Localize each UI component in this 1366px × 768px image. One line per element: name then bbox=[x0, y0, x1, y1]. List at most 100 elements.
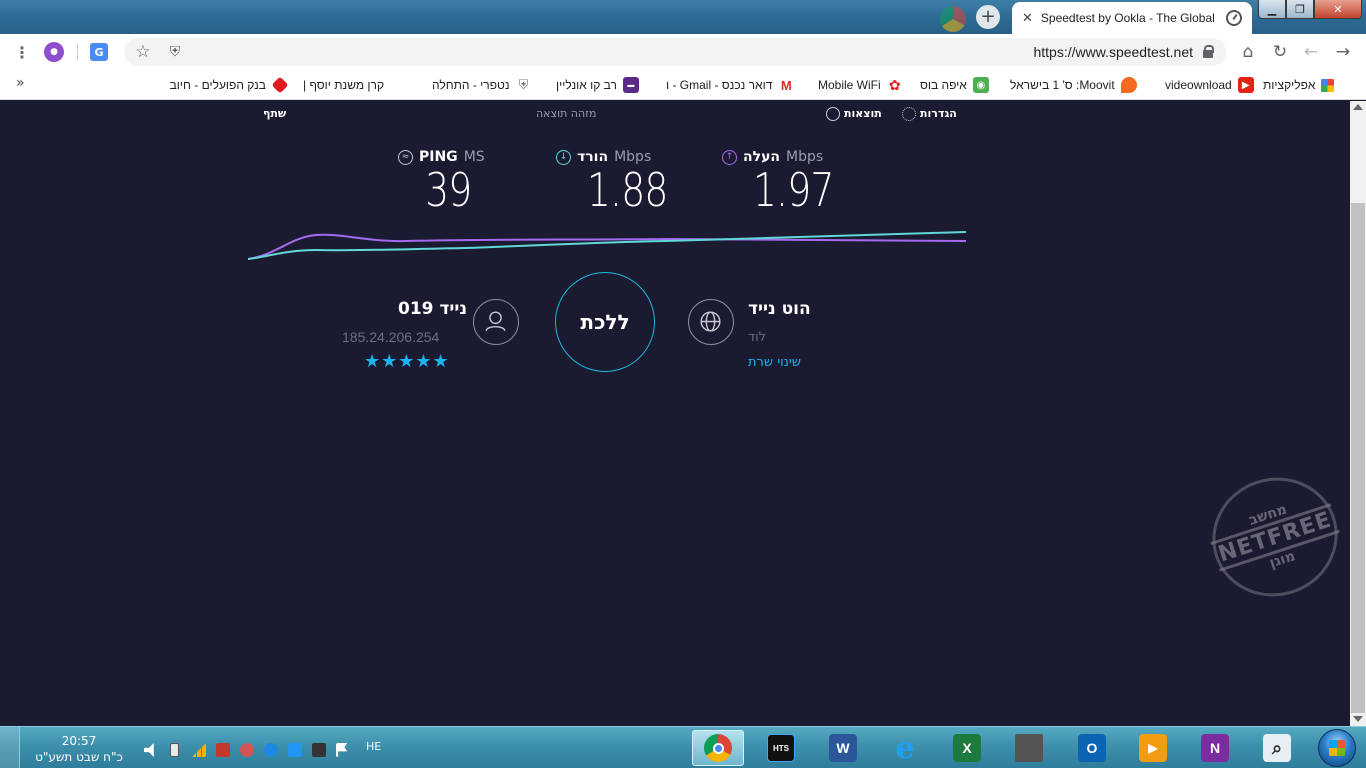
extension-icon[interactable]: ⛨ bbox=[165, 42, 185, 62]
start-button[interactable] bbox=[1318, 729, 1356, 767]
huawei-icon: ✿ bbox=[886, 77, 903, 93]
taskbar-magnifier[interactable]: ⌕ bbox=[1251, 730, 1303, 766]
globe-icon bbox=[688, 299, 734, 345]
word-icon: W bbox=[829, 734, 857, 762]
browser-toolbar: ⋮ ● G ☆ ⛨ https://www.speedtest.net ⌂ ↻ … bbox=[0, 34, 1366, 70]
bookmark-label: דואר נכנס - Gmail - ו bbox=[666, 78, 773, 92]
onenote-icon: N bbox=[1201, 734, 1229, 762]
download-graph-line bbox=[247, 231, 967, 260]
scroll-up-icon[interactable] bbox=[1353, 104, 1363, 110]
change-server-link[interactable]: שינוי שרת bbox=[748, 355, 801, 370]
system-clock[interactable]: 20:57 כ"ח שבט תשע"ט bbox=[24, 733, 134, 765]
language-indicator[interactable]: HE bbox=[366, 740, 381, 753]
gmail-icon: M bbox=[778, 77, 795, 93]
scrollbar-thumb[interactable] bbox=[1351, 203, 1365, 713]
network-icon[interactable] bbox=[288, 743, 302, 757]
apps-grid-icon bbox=[1321, 78, 1335, 92]
taskbar-excel[interactable]: X bbox=[941, 730, 993, 766]
translate-icon[interactable]: G bbox=[90, 43, 108, 61]
moovit-icon bbox=[1120, 77, 1137, 93]
taskbar-word[interactable]: W bbox=[817, 730, 869, 766]
close-window-button[interactable]: ✕ bbox=[1314, 0, 1362, 19]
lock-icon[interactable] bbox=[1203, 45, 1214, 58]
action-center-flag-icon[interactable] bbox=[336, 743, 348, 757]
home-icon[interactable]: ⌂ bbox=[1238, 42, 1258, 62]
new-tab-button[interactable]: + bbox=[976, 5, 1000, 29]
bank-icon bbox=[271, 76, 288, 94]
owl-icon: ◉ bbox=[972, 77, 989, 93]
check-circle-icon bbox=[826, 107, 840, 121]
download-value: 1.88 bbox=[586, 163, 669, 217]
forward-icon[interactable]: → bbox=[1333, 42, 1353, 62]
reload-icon[interactable]: ↻ bbox=[1270, 42, 1290, 62]
bookmark-eifo-bus[interactable]: ◉ איפה בוס bbox=[920, 76, 989, 94]
taskbar-outlook[interactable]: O bbox=[1066, 730, 1118, 766]
toolbar-divider bbox=[77, 44, 78, 60]
back-icon[interactable]: ← bbox=[1301, 42, 1321, 62]
bookmark-netfree[interactable]: ⛨ נטפרי - התחלה bbox=[432, 76, 532, 94]
tab-speedtest[interactable]: ✕ Speedtest by Ookla - The Global bbox=[1012, 2, 1252, 34]
excel-icon: X bbox=[953, 734, 981, 762]
bookmark-label: Moovit: ס' 1 בישראל bbox=[1010, 78, 1115, 92]
ravkav-icon: ▬ bbox=[622, 77, 639, 93]
bookmark-keren[interactable]: קרן משנת יוסף | bbox=[303, 76, 384, 94]
isp-ip: 185.24.206.254 bbox=[342, 329, 440, 345]
settings-link[interactable]: הגדרות bbox=[902, 107, 957, 121]
minimize-button[interactable]: ▁ bbox=[1258, 0, 1286, 19]
person-icon bbox=[473, 299, 519, 345]
bookmark-videownload[interactable]: ▶ videownload bbox=[1165, 76, 1254, 94]
taskbar-onenote[interactable]: N bbox=[1189, 730, 1241, 766]
url-text[interactable]: https://www.speedtest.net bbox=[1033, 44, 1193, 60]
tray-app-icon[interactable] bbox=[216, 743, 230, 757]
bookmark-gmail[interactable]: M דואר נכנס - Gmail - ו bbox=[666, 76, 795, 94]
bookmark-star-icon[interactable]: ☆ bbox=[133, 42, 153, 62]
bookmark-bank[interactable]: בנק הפועלים - חיוב bbox=[150, 76, 288, 94]
signal-icon[interactable] bbox=[192, 743, 206, 757]
taskbar-hts[interactable]: HTS bbox=[755, 730, 807, 766]
download-arrow-icon: ↓ bbox=[556, 149, 571, 165]
bookmark-apps[interactable]: אפליקציות bbox=[1263, 76, 1335, 94]
speedtest-page: שתף מזהה תוצאה תוצאות הגדרות ≈ PING MS 3… bbox=[0, 101, 1350, 726]
taskbar-chrome[interactable] bbox=[692, 730, 744, 766]
scroll-down-icon[interactable] bbox=[1353, 716, 1363, 722]
isp-name: נייד 019 bbox=[398, 299, 468, 319]
bookmark-label: נטפרי - התחלה bbox=[432, 78, 510, 92]
gear-icon bbox=[902, 107, 916, 121]
bookmark-label: קרן משנת יוסף | bbox=[303, 78, 385, 92]
netfree-tray-icon[interactable] bbox=[312, 743, 326, 757]
upload-graph-line bbox=[247, 233, 967, 260]
chrome-logo-icon bbox=[940, 6, 966, 32]
outlook-icon: O bbox=[1078, 734, 1106, 762]
volume-icon[interactable] bbox=[144, 743, 154, 757]
bookmark-mobile-wifi[interactable]: ✿ Mobile WiFi bbox=[818, 76, 903, 94]
taskbar-internet-explorer[interactable]: e bbox=[879, 730, 931, 766]
isp-rating-stars[interactable]: ★★★★★ bbox=[364, 351, 450, 372]
magnifier-icon: ⌕ bbox=[1263, 734, 1291, 762]
bookmark-label: Mobile WiFi bbox=[818, 78, 881, 92]
tab-close-icon[interactable]: ✕ bbox=[1022, 11, 1033, 26]
taskbar-media-player[interactable]: ▶ bbox=[1127, 730, 1179, 766]
bookmark-label: videownload bbox=[1165, 78, 1232, 92]
bookmark-moovit[interactable]: Moovit: ס' 1 בישראל bbox=[1010, 76, 1137, 94]
taskbar-printer[interactable] bbox=[1003, 730, 1055, 766]
taskbar: 20:57 כ"ח שבט תשע"ט HE HTS W e X O ▶ N ⌕ bbox=[0, 726, 1366, 768]
bookmark-ravkav[interactable]: ▬ רב קו אונליין bbox=[556, 76, 639, 94]
menu-dots-icon[interactable]: ⋮ bbox=[12, 42, 32, 62]
title-bar: + ✕ Speedtest by Ookla - The Global ▁ ❐ … bbox=[0, 0, 1366, 34]
tab-title: Speedtest by Ookla - The Global bbox=[1040, 11, 1215, 25]
chrome-icon bbox=[704, 734, 732, 762]
share-link[interactable]: שתף bbox=[263, 107, 286, 120]
tray-ext-icon[interactable] bbox=[240, 743, 254, 757]
go-button[interactable]: ללכת bbox=[555, 272, 655, 372]
internet-explorer-icon: e bbox=[895, 730, 915, 766]
ie-tray-icon[interactable] bbox=[264, 743, 278, 757]
bookmarks-overflow-icon[interactable]: » bbox=[16, 75, 25, 91]
upload-arrow-icon: ↑ bbox=[722, 149, 737, 165]
ping-icon: ≈ bbox=[398, 149, 413, 165]
show-desktop-button[interactable] bbox=[0, 727, 20, 768]
maximize-button[interactable]: ❐ bbox=[1286, 0, 1314, 19]
printer-icon bbox=[1015, 734, 1043, 762]
profile-avatar[interactable]: ● bbox=[44, 42, 64, 62]
results-link[interactable]: תוצאות bbox=[826, 107, 882, 121]
battery-icon[interactable] bbox=[170, 743, 179, 757]
